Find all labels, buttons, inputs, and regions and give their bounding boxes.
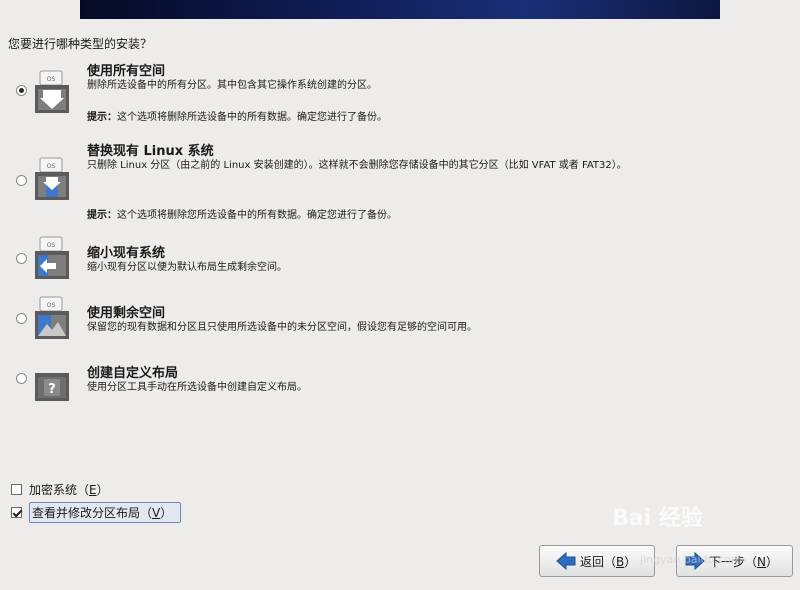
option-title: 缩小现有系统 [87, 246, 166, 261]
radio-custom-layout[interactable] [16, 373, 27, 384]
encrypt-system-checkbox[interactable] [11, 483, 22, 495]
svg-text:OS: OS [47, 302, 56, 309]
review-layout-label: 查看并修改分区布局（V） [29, 501, 182, 523]
drive-os-shrink-icon: OS [35, 236, 69, 279]
option-hint: 提示：这个选项将删除您所选设备中的所有数据。确定您进行了备份。 [87, 206, 397, 221]
svg-text:OS: OS [47, 76, 56, 83]
hint-text: 这个选项将删除您所选设备中的所有数据。确定您进行了备份。 [117, 210, 397, 221]
next-button[interactable]: 下一步（N） [676, 545, 793, 577]
radio-use-all-space[interactable] [16, 85, 27, 96]
drive-question-icon: ? [35, 373, 69, 401]
drive-os-free-space-icon: OS [35, 296, 69, 339]
back-button-label: 返回（B） [580, 554, 637, 569]
svg-text:OS: OS [47, 163, 56, 170]
radio-replace-linux[interactable] [16, 175, 27, 186]
drive-os-full-icon: OS [35, 70, 69, 113]
option-description: 删除所选设备中的所有分区。其中包含其它操作系统创建的分区。 [87, 80, 377, 91]
radio-use-free-space[interactable] [16, 313, 27, 324]
radio-shrink-system[interactable] [16, 253, 27, 264]
svg-text:OS: OS [47, 242, 56, 249]
arrow-right-icon [685, 552, 705, 570]
option-description: 使用分区工具手动在所选设备中创建自定义布局。 [87, 382, 307, 393]
encrypt-system-checkbox-row[interactable]: 加密系统（E） [11, 479, 109, 499]
option-description: 缩小现有分区以便为默认布局生成剩余空间。 [87, 262, 287, 273]
option-title: 创建自定义布局 [87, 366, 179, 381]
header-banner [80, 0, 720, 19]
review-layout-checkbox[interactable] [11, 506, 22, 518]
option-title: 替换现有 Linux 系统 [87, 144, 214, 159]
watermark-logo: Bai 经验 [612, 506, 703, 531]
next-button-label: 下一步（N） [709, 554, 779, 569]
option-hint: 提示：这个选项将删除所选设备中的所有数据。确定您进行了备份。 [87, 108, 387, 123]
install-type-question: 您要进行哪种类型的安装？ [8, 37, 153, 51]
hint-text: 这个选项将删除所选设备中的所有数据。确定您进行了备份。 [117, 112, 387, 123]
option-title: 使用所有空间 [87, 64, 166, 79]
back-button[interactable]: 返回（B） [539, 545, 655, 577]
review-layout-checkbox-row[interactable]: 查看并修改分区布局（V） [11, 501, 182, 523]
drive-os-replace-icon: OS [35, 157, 69, 200]
option-description: 只删除 Linux 分区（由之前的 Linux 安装创建的）。这样就不会删除您存… [87, 160, 627, 171]
svg-text:?: ? [48, 382, 56, 397]
encrypt-system-label: 加密系统（E） [29, 482, 109, 497]
hint-label: 提示： [87, 112, 117, 123]
hint-label: 提示： [87, 210, 117, 221]
option-title: 使用剩余空间 [87, 306, 166, 321]
option-description: 保留您的现有数据和分区且只使用所选设备中的未分区空间，假设您有足够的空间可用。 [87, 322, 477, 333]
arrow-left-icon [556, 552, 576, 570]
